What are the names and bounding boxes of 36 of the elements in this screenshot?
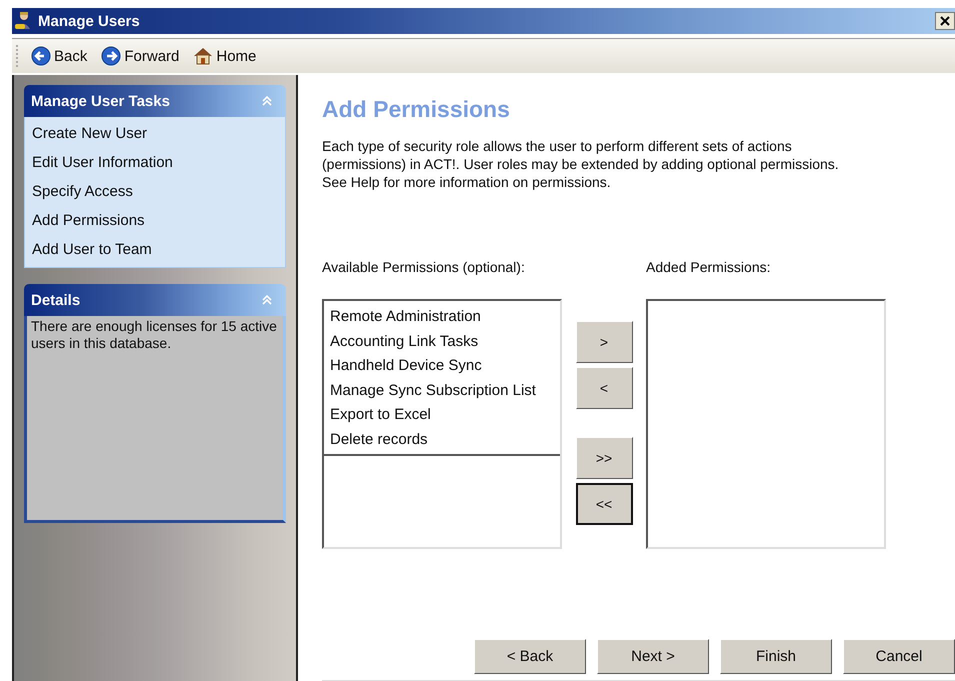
task-link[interactable]: Add User to Team — [32, 235, 285, 264]
task-link[interactable]: Add Permissions — [32, 206, 285, 235]
list-item[interactable]: Delete records — [330, 428, 554, 452]
task-link[interactable]: Specify Access — [32, 177, 285, 206]
page-title: Add Permissions — [322, 95, 511, 124]
move-button[interactable]: > — [576, 321, 632, 363]
panel-title: Details — [31, 292, 80, 308]
list-item[interactable]: Export to Excel — [330, 403, 554, 428]
available-list[interactable]: Remote Administration Accounting Link Tasks Handheld Device Sync Manage Sync Subscription List Export to Excel Delete records — [322, 299, 562, 549]
close-button[interactable] — [935, 12, 955, 30]
list-item[interactable]: Remote Administration — [330, 305, 554, 330]
back-button[interactable]: Back — [27, 46, 92, 66]
list-item[interactable]: Manage Sync Subscription List — [330, 378, 554, 403]
window-title: Manage Users — [38, 12, 141, 30]
wizard-button[interactable]: Next > — [597, 639, 709, 674]
panel-header[interactable]: Manage User Tasks — [24, 85, 286, 117]
move-button[interactable]: < — [576, 367, 632, 409]
panel-title: Manage User Tasks — [31, 92, 170, 110]
move-button[interactable]: << — [576, 483, 632, 525]
task-link[interactable]: Edit User Information — [32, 148, 285, 177]
house-icon — [193, 46, 214, 66]
home-button[interactable]: Home — [189, 46, 260, 66]
license-text: There are enough licenses for 15 active users in this database. — [31, 318, 278, 352]
close-icon — [940, 16, 950, 26]
wizard-button[interactable]: Finish — [720, 639, 832, 674]
wizard-button[interactable]: Cancel — [843, 639, 955, 674]
wizard-button[interactable]: < Back — [474, 639, 586, 674]
list-item[interactable]: Accounting Link Tasks — [330, 330, 554, 354]
list-label: Available Permissions (optional): — [322, 259, 526, 277]
list-item[interactable]: Handheld Device Sync — [330, 354, 554, 378]
move-button[interactable]: >> — [576, 437, 632, 479]
panel-header[interactable]: Details — [24, 284, 286, 316]
description-text: Each type of security role allows the user to perform different sets of actions (permissions) in ACT!. User roles may be extended by adding optional permissions. See Help for more information on permissions. — [322, 137, 840, 191]
forward-button[interactable]: Forward — [97, 46, 184, 66]
task-link[interactable]: Create New User — [32, 119, 285, 148]
list-label: Added Permissions: — [646, 259, 772, 277]
